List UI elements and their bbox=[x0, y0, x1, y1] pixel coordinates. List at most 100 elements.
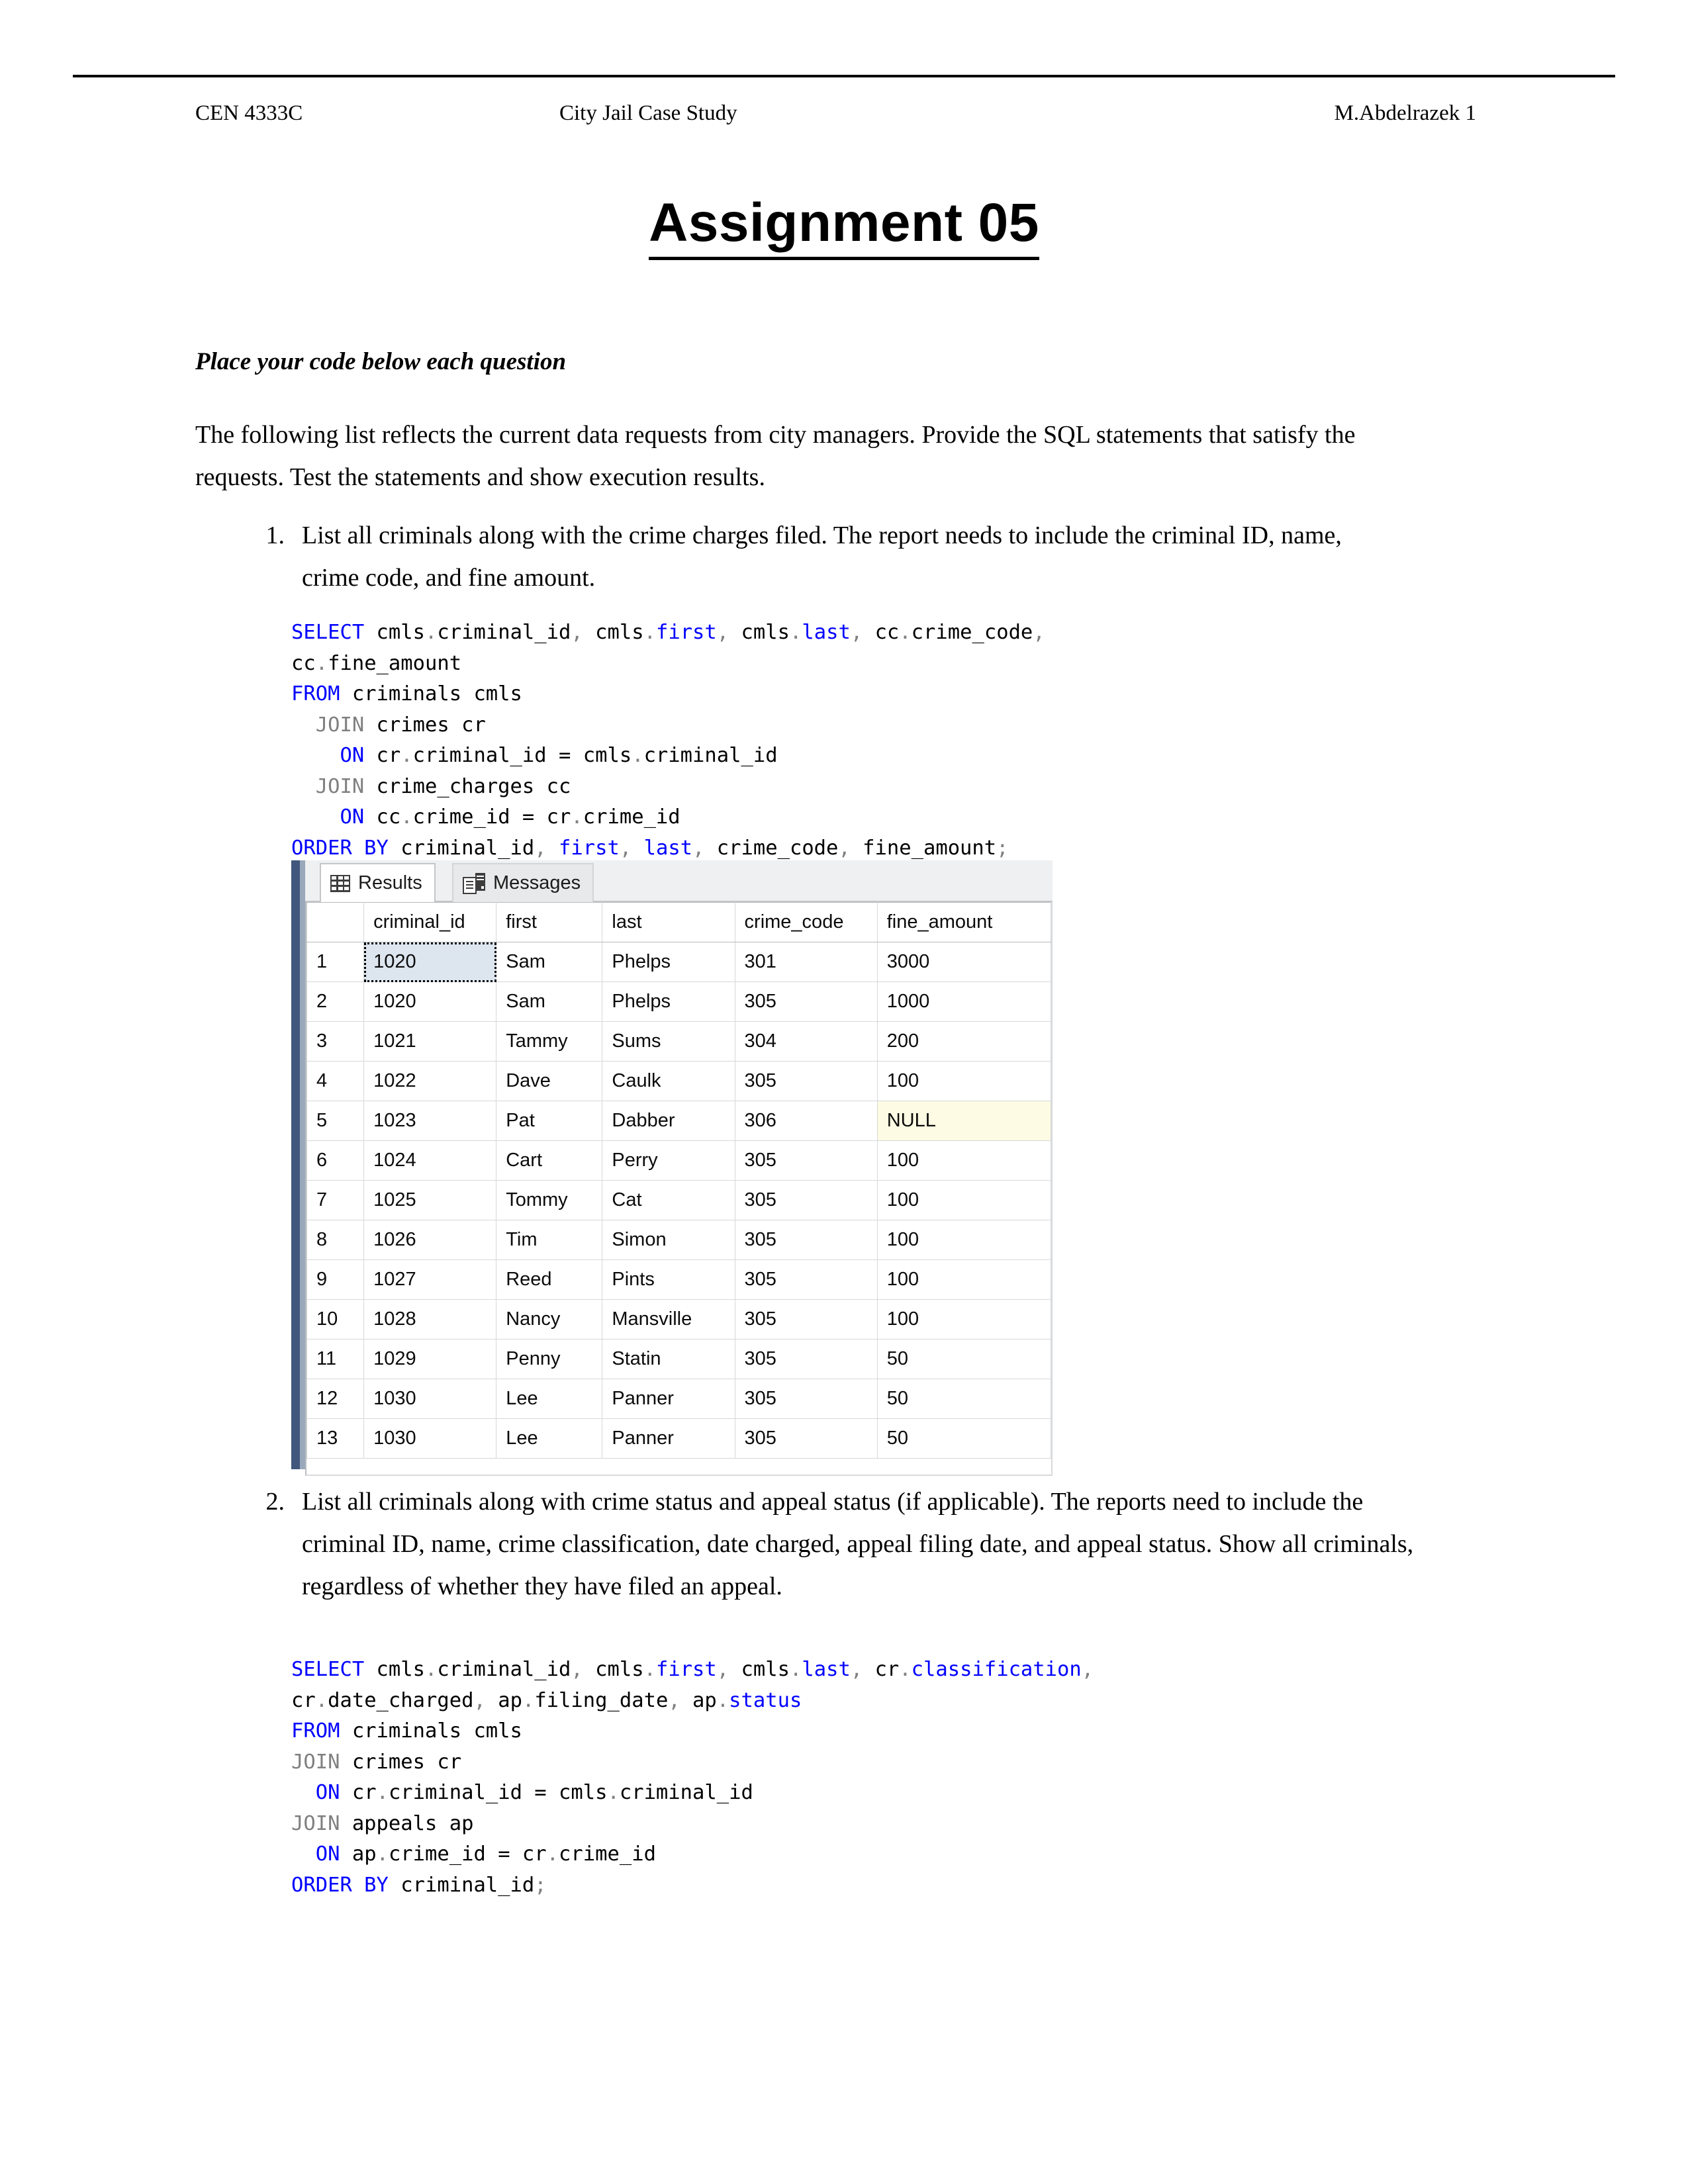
cell-crime-code[interactable]: 305 bbox=[734, 1140, 878, 1181]
cell-last[interactable]: Phelps bbox=[602, 942, 735, 982]
cell-fine-amount[interactable]: 100 bbox=[876, 1220, 1052, 1260]
cell-crime-code[interactable]: 305 bbox=[734, 1220, 878, 1260]
row-number-cell[interactable]: 4 bbox=[306, 1061, 365, 1101]
cell-first[interactable]: Lee bbox=[496, 1418, 603, 1459]
column-header-crime-code[interactable]: crime_code bbox=[734, 902, 878, 942]
column-header-criminal-id[interactable]: criminal_id bbox=[363, 902, 497, 942]
cell-criminal-id[interactable]: 1025 bbox=[363, 1180, 497, 1220]
cell-fine-amount[interactable]: 100 bbox=[876, 1299, 1052, 1340]
cell-crime-code[interactable]: 305 bbox=[734, 1061, 878, 1101]
table-row[interactable]: 1 1020 Sam Phelps 301 3000 bbox=[306, 942, 1052, 982]
cell-last[interactable]: Dabber bbox=[602, 1101, 735, 1141]
table-row[interactable]: 12 1030 Lee Panner 305 50 bbox=[306, 1379, 1052, 1419]
cell-crime-code[interactable]: 305 bbox=[734, 1418, 878, 1459]
cell-last[interactable]: Panner bbox=[602, 1379, 735, 1419]
cell-fine-amount[interactable]: 50 bbox=[876, 1379, 1052, 1419]
cell-criminal-id[interactable]: 1023 bbox=[363, 1101, 497, 1141]
cell-last[interactable]: Pints bbox=[602, 1259, 735, 1300]
cell-first[interactable]: Penny bbox=[496, 1339, 603, 1379]
cell-first[interactable]: Lee bbox=[496, 1379, 603, 1419]
row-number-cell[interactable]: 5 bbox=[306, 1101, 365, 1141]
cell-first[interactable]: Sam bbox=[496, 981, 603, 1022]
row-number-cell[interactable]: 7 bbox=[306, 1180, 365, 1220]
row-number-cell[interactable]: 12 bbox=[306, 1379, 365, 1419]
cell-fine-amount[interactable]: 200 bbox=[876, 1021, 1052, 1062]
row-number-cell[interactable]: 11 bbox=[306, 1339, 365, 1379]
cell-fine-amount[interactable]: 100 bbox=[876, 1140, 1052, 1181]
table-row[interactable]: 6 1024 Cart Perry 305 100 bbox=[306, 1140, 1052, 1181]
cell-criminal-id[interactable]: 1024 bbox=[363, 1140, 497, 1181]
cell-last[interactable]: Mansville bbox=[602, 1299, 735, 1340]
cell-first[interactable]: Pat bbox=[496, 1101, 603, 1141]
cell-fine-amount[interactable]: 100 bbox=[876, 1259, 1052, 1300]
column-header-first[interactable]: first bbox=[496, 902, 603, 942]
row-number-cell[interactable]: 9 bbox=[306, 1259, 365, 1300]
cell-crime-code[interactable]: 305 bbox=[734, 1379, 878, 1419]
cell-first[interactable]: Tammy bbox=[496, 1021, 603, 1062]
cell-crime-code[interactable]: 305 bbox=[734, 1259, 878, 1300]
results-header-row: criminal_id first last crime_code fine_a… bbox=[306, 902, 1052, 942]
cell-last[interactable]: Phelps bbox=[602, 981, 735, 1022]
results-grid[interactable]: criminal_id first last crime_code fine_a… bbox=[305, 902, 1053, 1459]
table-row[interactable]: 13 1030 Lee Panner 305 50 bbox=[306, 1418, 1052, 1459]
cell-criminal-id[interactable]: 1029 bbox=[363, 1339, 497, 1379]
cell-fine-amount[interactable]: 1000 bbox=[876, 981, 1052, 1022]
cell-fine-amount[interactable]: 50 bbox=[876, 1418, 1052, 1459]
cell-last[interactable]: Panner bbox=[602, 1418, 735, 1459]
cell-criminal-id[interactable]: 1020 bbox=[363, 981, 497, 1022]
cell-fine-amount[interactable]: NULL bbox=[876, 1101, 1052, 1141]
table-row[interactable]: 9 1027 Reed Pints 305 100 bbox=[306, 1259, 1052, 1300]
cell-first[interactable]: Reed bbox=[496, 1259, 603, 1300]
table-row[interactable]: 10 1028 Nancy Mansville 305 100 bbox=[306, 1299, 1052, 1340]
cell-criminal-id[interactable]: 1020 bbox=[363, 942, 497, 982]
cell-first[interactable]: Tommy bbox=[496, 1180, 603, 1220]
row-number-cell[interactable]: 13 bbox=[306, 1418, 365, 1459]
cell-last[interactable]: Sums bbox=[602, 1021, 735, 1062]
cell-crime-code[interactable]: 304 bbox=[734, 1021, 878, 1062]
row-number-cell[interactable]: 6 bbox=[306, 1140, 365, 1181]
cell-first[interactable]: Cart bbox=[496, 1140, 603, 1181]
row-number-cell[interactable]: 2 bbox=[306, 981, 365, 1022]
tab-results[interactable]: Results bbox=[320, 863, 436, 902]
cell-criminal-id[interactable]: 1030 bbox=[363, 1379, 497, 1419]
cell-first[interactable]: Dave bbox=[496, 1061, 603, 1101]
table-row[interactable]: 4 1022 Dave Caulk 305 100 bbox=[306, 1061, 1052, 1101]
column-header-last[interactable]: last bbox=[602, 902, 735, 942]
table-row[interactable]: 11 1029 Penny Statin 305 50 bbox=[306, 1339, 1052, 1379]
cell-first[interactable]: Nancy bbox=[496, 1299, 603, 1340]
cell-criminal-id[interactable]: 1026 bbox=[363, 1220, 497, 1260]
cell-crime-code[interactable]: 305 bbox=[734, 1299, 878, 1340]
cell-crime-code[interactable]: 301 bbox=[734, 942, 878, 982]
table-row[interactable]: 7 1025 Tommy Cat 305 100 bbox=[306, 1180, 1052, 1220]
cell-criminal-id[interactable]: 1022 bbox=[363, 1061, 497, 1101]
column-header-fine-amount[interactable]: fine_amount bbox=[876, 902, 1052, 942]
cell-last[interactable]: Simon bbox=[602, 1220, 735, 1260]
tab-messages[interactable]: Messages bbox=[452, 863, 594, 902]
cell-last[interactable]: Perry bbox=[602, 1140, 735, 1181]
table-row[interactable]: 2 1020 Sam Phelps 305 1000 bbox=[306, 981, 1052, 1022]
cell-fine-amount[interactable]: 50 bbox=[876, 1339, 1052, 1379]
cell-fine-amount[interactable]: 100 bbox=[876, 1061, 1052, 1101]
row-number-cell[interactable]: 8 bbox=[306, 1220, 365, 1260]
cell-fine-amount[interactable]: 100 bbox=[876, 1180, 1052, 1220]
cell-last[interactable]: Caulk bbox=[602, 1061, 735, 1101]
cell-fine-amount[interactable]: 3000 bbox=[876, 942, 1052, 982]
cell-crime-code[interactable]: 305 bbox=[734, 1180, 878, 1220]
row-number-cell[interactable]: 10 bbox=[306, 1299, 365, 1340]
cell-criminal-id[interactable]: 1021 bbox=[363, 1021, 497, 1062]
cell-last[interactable]: Cat bbox=[602, 1180, 735, 1220]
cell-first[interactable]: Tim bbox=[496, 1220, 603, 1260]
cell-first[interactable]: Sam bbox=[496, 942, 603, 982]
row-number-cell[interactable]: 3 bbox=[306, 1021, 365, 1062]
cell-crime-code[interactable]: 306 bbox=[734, 1101, 878, 1141]
table-row[interactable]: 3 1021 Tammy Sums 304 200 bbox=[306, 1021, 1052, 1062]
table-row[interactable]: 8 1026 Tim Simon 305 100 bbox=[306, 1220, 1052, 1260]
cell-criminal-id[interactable]: 1028 bbox=[363, 1299, 497, 1340]
cell-criminal-id[interactable]: 1027 bbox=[363, 1259, 497, 1300]
cell-last[interactable]: Statin bbox=[602, 1339, 735, 1379]
cell-crime-code[interactable]: 305 bbox=[734, 981, 878, 1022]
cell-criminal-id[interactable]: 1030 bbox=[363, 1418, 497, 1459]
cell-crime-code[interactable]: 305 bbox=[734, 1339, 878, 1379]
table-row[interactable]: 5 1023 Pat Dabber 306 NULL bbox=[306, 1101, 1052, 1141]
row-number-cell[interactable]: 1 bbox=[306, 942, 365, 982]
